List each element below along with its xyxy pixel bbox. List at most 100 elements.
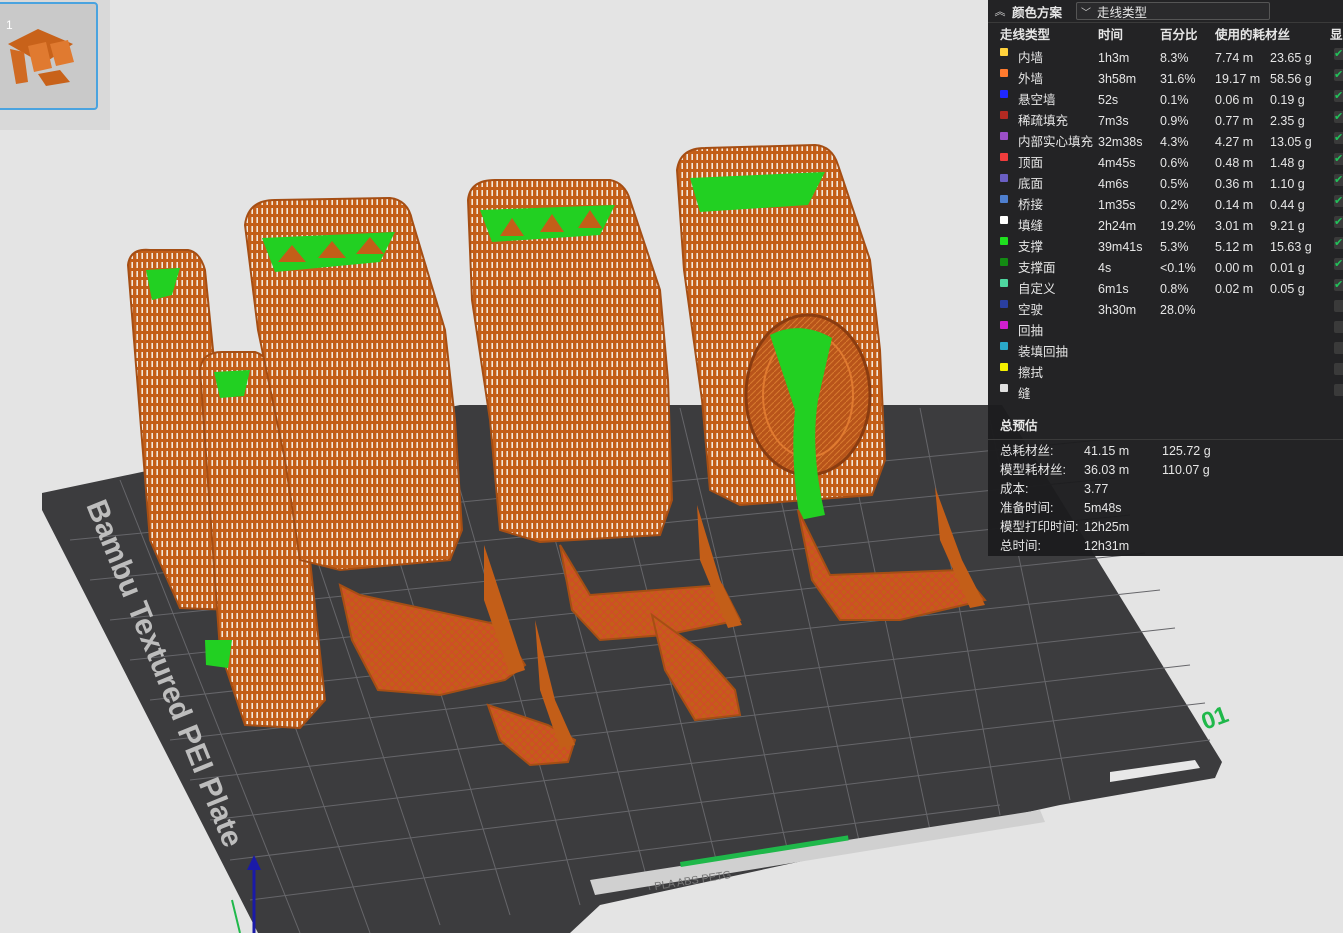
- summary-value-2: 110.07 g: [1162, 463, 1210, 477]
- summary-row: 成本: 3.77: [988, 480, 1343, 499]
- feature-label: 支撑: [1018, 240, 1044, 254]
- model-shell-5: [675, 143, 887, 520]
- legend-row[interactable]: 自定义 6m1s 0.8% 0.02 m 0.05 g ✔: [988, 279, 1343, 300]
- feature-time: 6m1s: [1098, 282, 1129, 296]
- feature-percent: 31.6%: [1160, 72, 1196, 86]
- feature-time: 4m6s: [1098, 177, 1129, 191]
- feature-label: 空驶: [1018, 303, 1044, 317]
- chevron-up-icon[interactable]: ︽: [988, 3, 1012, 19]
- legend-row[interactable]: 内墙 1h3m 8.3% 7.74 m 23.65 g ✔: [988, 48, 1343, 69]
- summary-value: 3.77: [1084, 482, 1109, 496]
- feature-label: 内部实心填充: [1018, 135, 1094, 149]
- visibility-checkbox[interactable]: ✔: [1334, 279, 1343, 291]
- legend-row[interactable]: 支撑面 4s <0.1% 0.00 m 0.01 g ✔: [988, 258, 1343, 279]
- summary-label: 总耗材丝:: [1000, 444, 1054, 458]
- summary-value: 12h25m: [1084, 520, 1130, 534]
- feature-weight: 9.21 g: [1270, 219, 1305, 233]
- visibility-checkbox[interactable]: ✔: [1334, 258, 1343, 270]
- feature-weight: 0.44 g: [1270, 198, 1305, 212]
- feature-label: 自定义: [1018, 282, 1056, 296]
- feature-percent: 4.3%: [1160, 135, 1189, 149]
- feature-length: 0.06 m: [1215, 93, 1254, 107]
- visibility-checkbox[interactable]: ✔: [1334, 300, 1343, 312]
- plate-index: 1: [6, 18, 13, 32]
- feature-weight: 23.65 g: [1270, 51, 1312, 65]
- visibility-checkbox[interactable]: ✔: [1334, 174, 1343, 186]
- color-scheme-select[interactable]: ﹀ 走线类型: [1076, 2, 1270, 20]
- feature-time: 52s: [1098, 93, 1119, 107]
- visibility-checkbox[interactable]: ✔: [1334, 216, 1343, 228]
- color-swatch: [1000, 216, 1008, 224]
- feature-weight: 15.63 g: [1270, 240, 1312, 254]
- summary-row: 模型打印时间: 12h25m: [988, 518, 1343, 537]
- legend-row[interactable]: 支撑 39m41s 5.3% 5.12 m 15.63 g ✔: [988, 237, 1343, 258]
- color-swatch: [1000, 279, 1008, 287]
- legend-row[interactable]: 填缝 2h24m 19.2% 3.01 m 9.21 g ✔: [988, 216, 1343, 237]
- feature-percent: 28.0%: [1160, 303, 1196, 317]
- visibility-checkbox[interactable]: ✔: [1334, 384, 1343, 396]
- feature-length: 7.74 m: [1215, 51, 1254, 65]
- feature-label: 回抽: [1018, 324, 1044, 338]
- color-swatch: [1000, 363, 1008, 371]
- legend-row[interactable]: 缝✔: [988, 384, 1343, 405]
- visibility-checkbox[interactable]: ✔: [1334, 153, 1343, 165]
- color-scheme-value: 走线类型: [1097, 5, 1148, 20]
- feature-time: 3h30m: [1098, 303, 1137, 317]
- legend-rows: 内墙 1h3m 8.3% 7.74 m 23.65 g ✔ 外墙 3h58m 31.6% 19.1…: [988, 48, 1343, 405]
- legend-row[interactable]: 擦拭 ✔: [988, 363, 1343, 384]
- visibility-checkbox[interactable]: ✔: [1334, 321, 1343, 333]
- feature-percent: 19.2%: [1160, 219, 1196, 233]
- legend-row[interactable]: 顶面 4m45s 0.6% 0.48 m 1.48 g ✔: [988, 153, 1343, 174]
- visibility-checkbox[interactable]: ✔: [1334, 132, 1343, 144]
- feature-label: 悬空墙: [1018, 93, 1056, 107]
- legend-row[interactable]: 回抽 ✔: [988, 321, 1343, 342]
- feature-percent: 5.3%: [1160, 240, 1189, 254]
- feature-time: 7m3s: [1098, 114, 1129, 128]
- feature-length: 0.48 m: [1215, 156, 1254, 170]
- visibility-checkbox[interactable]: ✔: [1334, 342, 1343, 354]
- feature-time: 1h3m: [1098, 51, 1130, 65]
- legend-row[interactable]: 装填回抽 ✔: [988, 342, 1343, 363]
- legend-row[interactable]: 稀疏填充 7m3s 0.9% 0.77 m 2.35 g ✔: [988, 111, 1343, 132]
- legend-row[interactable]: 外墙 3h58m 31.6% 19.17 m 58.56 g ✔: [988, 69, 1343, 90]
- color-swatch: [1000, 90, 1008, 98]
- feature-percent: 0.1%: [1160, 93, 1189, 107]
- visibility-checkbox[interactable]: ✔: [1334, 69, 1343, 81]
- color-swatch: [1000, 153, 1008, 161]
- feature-weight: 1.10 g: [1270, 177, 1305, 191]
- visibility-checkbox[interactable]: ✔: [1334, 363, 1343, 375]
- plate-thumbnail[interactable]: 1: [0, 2, 98, 110]
- feature-time: 39m41s: [1098, 240, 1143, 254]
- plate-thumbnail-panel: 1: [0, 0, 110, 130]
- feature-label: 顶面: [1018, 156, 1044, 170]
- legend-row[interactable]: 桥接 1m35s 0.2% 0.14 m 0.44 g ✔: [988, 195, 1343, 216]
- header-percent: 百分比: [1160, 28, 1198, 42]
- feature-percent: 0.8%: [1160, 282, 1189, 296]
- feature-length: 0.02 m: [1215, 282, 1254, 296]
- feature-percent: 0.2%: [1160, 198, 1189, 212]
- color-swatch: [1000, 132, 1008, 140]
- visibility-checkbox[interactable]: ✔: [1334, 111, 1343, 123]
- legend-row[interactable]: 内部实心填充 32m38s 4.3% 4.27 m 13.05 g ✔: [988, 132, 1343, 153]
- visibility-checkbox[interactable]: ✔: [1334, 195, 1343, 207]
- summary-value: 5m48s: [1084, 501, 1122, 515]
- header-filament: 使用的耗材丝: [1215, 28, 1291, 42]
- legend-row[interactable]: 空驶 3h30m 28.0% ✔: [988, 300, 1343, 321]
- legend-row[interactable]: 底面 4m6s 0.5% 0.36 m 1.10 g ✔: [988, 174, 1343, 195]
- legend-header: 走线类型 时间 百分比 使用的耗材丝 显: [988, 23, 1343, 48]
- feature-length: 19.17 m: [1215, 72, 1261, 86]
- summary-label: 成本:: [1000, 482, 1029, 496]
- visibility-checkbox[interactable]: ✔: [1334, 48, 1343, 60]
- legend-row[interactable]: 悬空墙 52s 0.1% 0.06 m 0.19 g ✔: [988, 90, 1343, 111]
- feature-label: 内墙: [1018, 51, 1044, 65]
- visibility-checkbox[interactable]: ✔: [1334, 90, 1343, 102]
- gcode-legend-panel: ︽ 颜色方案 ﹀ 走线类型 走线类型 时间 百分比 使用的耗材丝 显 内墙 1h3…: [988, 0, 1343, 556]
- color-swatch: [1000, 300, 1008, 308]
- feature-percent: 8.3%: [1160, 51, 1189, 65]
- feature-length: 0.00 m: [1215, 261, 1254, 275]
- color-swatch: [1000, 321, 1008, 329]
- feature-time: 3h58m: [1098, 72, 1137, 86]
- visibility-checkbox[interactable]: ✔: [1334, 237, 1343, 249]
- summary-label: 总时间:: [1000, 539, 1041, 553]
- plate-thumbnail-image: [8, 29, 74, 86]
